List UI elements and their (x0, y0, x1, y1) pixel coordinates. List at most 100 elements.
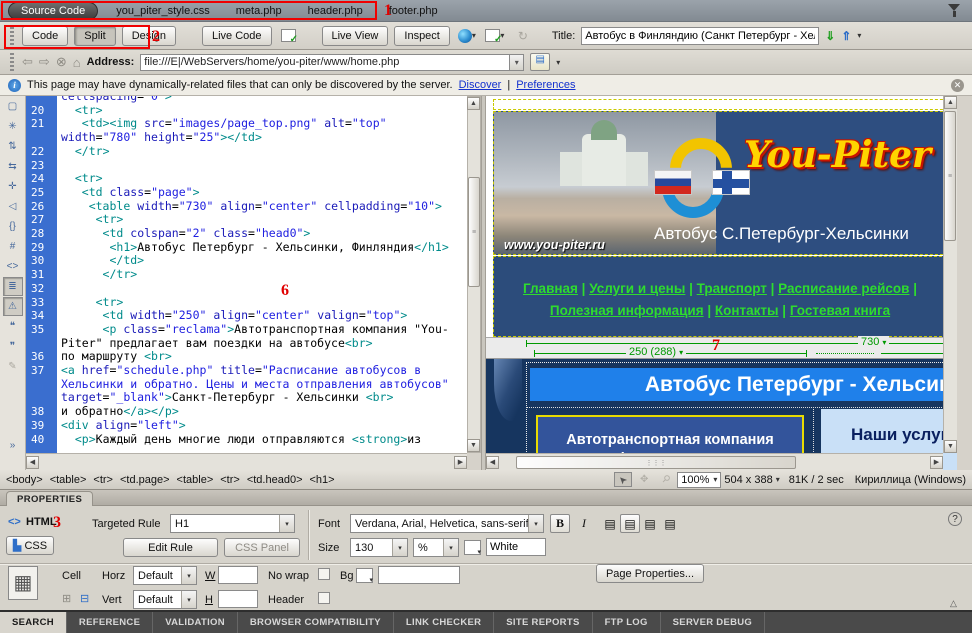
merge-cells-icon[interactable]: ⊞ (62, 592, 71, 605)
vert-select[interactable]: Default▾ (133, 590, 197, 609)
scroll-up-icon[interactable]: ▲ (944, 96, 957, 109)
window-size-select[interactable]: 504 x 388▾ (724, 474, 779, 486)
tag-selector-item[interactable]: <tr> (220, 474, 240, 486)
code-lines[interactable]: cellspacing="0">20 <tr>21 <td><img src="… (26, 96, 467, 446)
code-line[interactable]: 33 <tr> (26, 296, 467, 310)
refresh-design-view-icon[interactable]: ↻ (512, 27, 534, 45)
h-input[interactable] (218, 590, 258, 608)
site-menu-link[interactable]: Транспорт (697, 281, 767, 296)
html-mode-button[interactable]: HTML (26, 516, 57, 528)
column-width-250[interactable]: 250 (288) ▾ (626, 346, 686, 358)
edit-rule-button[interactable]: Edit Rule (123, 538, 218, 557)
code-line[interactable]: 34 <td width="250" align="center" valign… (26, 309, 467, 323)
navbar-grip[interactable] (10, 53, 14, 71)
bold-button[interactable]: B (550, 514, 570, 533)
highlight-invalid-code-icon[interactable]: <> (3, 257, 23, 276)
design-hscroll-thumb[interactable]: ⋮⋮⋮ (516, 456, 796, 469)
tag-selector-item[interactable]: <td.head0> (247, 474, 303, 486)
results-tab-reference[interactable]: REFERENCE (67, 612, 153, 633)
address-dropdown-icon[interactable]: ▾ (510, 54, 524, 71)
site-menu-link[interactable]: Главная (523, 281, 578, 296)
css-panel-button[interactable]: CSS Panel (224, 538, 300, 557)
site-menu-link[interactable]: Услуги и цены (589, 281, 685, 296)
magnification-select[interactable]: 100%▾ (677, 472, 721, 488)
results-tab-site-reports[interactable]: SITE REPORTS (494, 612, 592, 633)
text-color-input[interactable] (486, 538, 546, 556)
code-line[interactable]: 27 <tr> (26, 213, 467, 227)
site-menu-link[interactable]: Полезная информация (550, 303, 704, 318)
collapse-panel-icon[interactable]: △ (950, 598, 957, 609)
design-horizontal-scrollbar[interactable]: ◀ ⋮⋮⋮ ▶ (486, 453, 943, 470)
live-view-button[interactable]: Live View (322, 26, 389, 46)
collapse-full-tag-icon[interactable]: ⇅ (3, 137, 23, 156)
format-source-code-icon[interactable]: ✎ (3, 357, 23, 376)
code-line[interactable]: 32 (26, 282, 467, 296)
back-icon[interactable]: ⇦ (22, 54, 33, 70)
results-tab-validation[interactable]: VALIDATION (153, 612, 238, 633)
code-line[interactable]: 20 <tr> (26, 104, 467, 118)
file-upload-icon[interactable]: ⇑ (841, 29, 851, 43)
remove-comment-icon[interactable]: ❞ (3, 337, 23, 356)
code-vscroll-thumb[interactable]: ≡ (468, 177, 480, 287)
code-line[interactable]: 23 (26, 159, 467, 173)
apply-comment-icon[interactable]: ❝ (3, 317, 23, 336)
tag-selector-item[interactable]: <table> (50, 474, 87, 486)
address-input[interactable] (140, 54, 510, 71)
horz-select[interactable]: Default▾ (133, 566, 197, 585)
collapse-selection-icon[interactable]: ⇆ (3, 157, 23, 176)
tag-selector-item[interactable]: <body> (6, 474, 43, 486)
word-wrap-icon[interactable]: ≣ (3, 277, 23, 296)
site-menu-link[interactable]: Контакты (715, 303, 779, 318)
properties-panel-tab[interactable]: PROPERTIES (6, 491, 93, 506)
scroll-right-icon[interactable]: ▶ (930, 456, 943, 469)
code-line[interactable]: 22 </tr> (26, 145, 467, 159)
syntax-error-alerts-icon[interactable]: ⚠ (3, 297, 23, 316)
code-view[interactable]: cellspacing="0">20 <tr>21 <td><img src="… (26, 96, 467, 453)
preferences-link[interactable]: Preferences (516, 79, 575, 91)
scroll-right-icon[interactable]: ▶ (454, 456, 467, 469)
align-left-button[interactable]: ▤ (600, 514, 620, 533)
design-vertical-scrollbar[interactable]: ▲ ≡ ▼ (943, 96, 957, 453)
live-code-button[interactable]: Live Code (202, 26, 272, 46)
more-chevron-icon[interactable]: » (3, 436, 23, 455)
code-line[interactable]: 25 <td class="page"> (26, 186, 467, 200)
design-top-row[interactable] (493, 99, 957, 110)
page-heading[interactable]: Автобус Петербург - Хельсинки (530, 368, 957, 401)
tag-selector-item[interactable]: <h1> (310, 474, 335, 486)
site-menu-link[interactable]: Гостевая книга (790, 303, 890, 318)
infobar-close-icon[interactable]: ✕ (951, 79, 964, 92)
tag-selector-item[interactable]: <tr> (93, 474, 113, 486)
design-view[interactable]: You-Piter Автобус С.Петербург-Хельсинки … (486, 96, 957, 470)
help-icon[interactable]: ? (948, 512, 962, 526)
size-select[interactable]: 130▾ (350, 538, 408, 557)
font-select[interactable]: Verdana, Arial, Helvetica, sans-serif▾ (350, 514, 544, 533)
bg-color-swatch[interactable] (356, 568, 373, 583)
css-mode-button[interactable]: ▙ CSS (6, 536, 54, 555)
discover-link[interactable]: Discover (459, 79, 502, 91)
forward-icon[interactable]: ⇨ (39, 54, 50, 70)
check-browser-compatibility-icon[interactable] (278, 27, 300, 45)
inspect-button[interactable]: Inspect (394, 26, 449, 46)
design-header-image[interactable]: You-Piter Автобус С.Петербург-Хельсинки … (493, 111, 957, 255)
scroll-down-icon[interactable]: ▼ (467, 439, 480, 452)
code-line[interactable]: 36по маршруту <br> (26, 350, 467, 364)
expand-all-icon[interactable]: ✛ (3, 177, 23, 196)
code-line[interactable]: 29 <h1>Автобус Петербург - Хельсинки, Фи… (26, 241, 467, 255)
italic-button[interactable]: I (574, 514, 594, 533)
tag-selector-item[interactable]: <table> (177, 474, 214, 486)
home-icon[interactable]: ⌂ (73, 55, 81, 70)
select-tool-icon[interactable]: ➤ (614, 472, 632, 487)
targeted-rule-select[interactable]: H1▾ (170, 514, 295, 533)
title-input[interactable] (581, 27, 819, 45)
code-line[interactable]: 26 <table width="730" align="center" cel… (26, 200, 467, 214)
code-line[interactable]: 38и обратно</a></p> (26, 405, 467, 419)
align-center-button[interactable]: ▤ (620, 514, 640, 533)
scroll-left-icon[interactable]: ◀ (486, 456, 499, 469)
size-unit-select[interactable]: %▾ (413, 538, 459, 557)
code-line[interactable]: 28 <td colspan="2" class="head0"> (26, 227, 467, 241)
align-justify-button[interactable]: ▤ (660, 514, 680, 533)
code-horizontal-scrollbar[interactable]: ◀ ▶ (26, 453, 467, 470)
results-tab-link-checker[interactable]: LINK CHECKER (394, 612, 494, 633)
site-menu-link[interactable]: Расписание рейсов (778, 281, 909, 296)
open-documents-icon[interactable]: ▢ (3, 97, 23, 116)
